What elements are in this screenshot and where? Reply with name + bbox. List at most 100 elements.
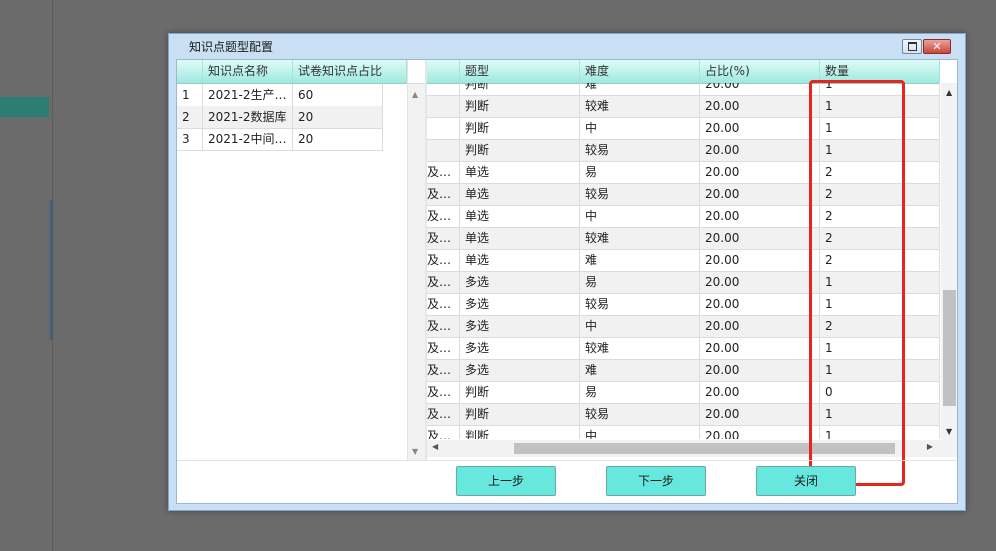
cell-difficulty: 较易 — [580, 294, 700, 315]
cell-quantity: 2 — [820, 250, 940, 271]
cell-quantity: 1 — [820, 118, 940, 139]
close-icon: ✕ — [932, 40, 942, 53]
restore-button[interactable] — [902, 39, 922, 54]
cell-question-type: 多选 — [460, 316, 580, 337]
cell-knowledge-name: 2021-2中间… — [203, 128, 293, 150]
cell-difficulty: 易 — [580, 382, 700, 403]
column-header-ratio[interactable]: 占比(%) — [700, 60, 820, 83]
cell-knowledge-ratio: 20 — [293, 128, 383, 150]
cell-difficulty: 较难 — [580, 338, 700, 359]
cell-quantity: 1 — [820, 404, 940, 425]
cell-question-type: 多选 — [460, 360, 580, 381]
scroll-down-icon[interactable]: ▼ — [412, 447, 418, 456]
cell-question-type: 判断 — [460, 382, 580, 403]
cell-knowledge: 及… — [427, 316, 460, 337]
column-header-knowledge[interactable] — [427, 60, 460, 83]
column-header-quantity[interactable]: 数量 — [820, 60, 940, 83]
cell-ratio: 20.00 — [700, 83, 820, 95]
table-row[interactable]: 及… 单选 较难 20.00 2 — [427, 228, 940, 250]
cell-ratio: 20.00 — [700, 338, 820, 359]
cell-difficulty: 难 — [580, 360, 700, 381]
cell-quantity: 2 — [820, 184, 940, 205]
cell-knowledge: 及… — [427, 382, 460, 403]
cell-quantity: 1 — [820, 294, 940, 315]
cell-knowledge: 及… — [427, 184, 460, 205]
column-header-index[interactable] — [177, 60, 203, 83]
scroll-up-icon[interactable]: ▲ — [946, 88, 952, 97]
cell-quantity: 2 — [820, 316, 940, 337]
table-row[interactable]: 判断 较易 20.00 1 — [427, 140, 940, 162]
question-type-grid: 题型 难度 占比(%) 数量 判断难 20.00 1 判断 较难 20.00 1 判断中 20.… — [427, 60, 957, 460]
cell-knowledge: 及… — [427, 426, 460, 439]
cell-ratio: 20.00 — [700, 184, 820, 205]
table-row[interactable]: 及… 多选 较难 20.00 1 — [427, 338, 940, 360]
hscroll-thumb[interactable] — [514, 443, 895, 454]
table-row[interactable]: 及… 多选难 20.00 1 — [427, 360, 940, 382]
table-row[interactable]: 及… 判断中 20.00 1 — [427, 426, 940, 439]
cell-knowledge: 及… — [427, 206, 460, 227]
cell-knowledge: 及… — [427, 360, 460, 381]
cell-question-type: 多选 — [460, 272, 580, 293]
column-header-difficulty[interactable]: 难度 — [580, 60, 700, 83]
cell-knowledge: 及… — [427, 228, 460, 249]
table-row[interactable]: 判断中 20.00 1 — [427, 118, 940, 140]
cell-question-type: 单选 — [460, 228, 580, 249]
question-grid-hscrollbar[interactable]: ◀ ▶ — [427, 440, 941, 457]
cell-quantity: 1 — [820, 96, 940, 117]
cell-ratio: 20.00 — [700, 228, 820, 249]
cell-quantity: 1 — [820, 338, 940, 359]
table-row[interactable]: 及… 判断易 20.00 0 — [427, 382, 940, 404]
cell-difficulty: 较易 — [580, 184, 700, 205]
cell-knowledge — [427, 96, 460, 117]
scrollbar-header-spacer — [941, 60, 957, 83]
close-window-button[interactable]: ✕ — [923, 39, 951, 54]
cell-ratio: 20.00 — [700, 96, 820, 117]
vscroll-thumb[interactable] — [943, 290, 956, 406]
table-row[interactable]: 及… 判断 较易 20.00 1 — [427, 404, 940, 426]
column-header-knowledge-name[interactable]: 知识点名称 — [203, 60, 293, 83]
scroll-right-icon[interactable]: ▶ — [927, 442, 933, 451]
cell-knowledge: 及… — [427, 338, 460, 359]
knowledge-grid-vscrollbar[interactable]: ▲ ▼ — [407, 60, 425, 460]
previous-step-button[interactable]: 上一步 — [456, 466, 556, 496]
scroll-up-icon[interactable]: ▲ — [412, 90, 418, 99]
cell-ratio: 20.00 — [700, 360, 820, 381]
table-row[interactable]: 及… 单选难 20.00 2 — [427, 250, 940, 272]
scroll-down-icon[interactable]: ▼ — [946, 427, 952, 436]
question-grid-vscrollbar[interactable]: ▲ ▼ — [941, 60, 957, 440]
table-row[interactable]: 及… 多选易 20.00 1 — [427, 272, 940, 294]
table-row[interactable]: 判断难 20.00 1 — [427, 83, 940, 96]
table-row[interactable]: 1 2021-2生产… 60 — [177, 84, 383, 107]
cell-question-type: 单选 — [460, 206, 580, 227]
table-row[interactable]: 及… 单选 较易 20.00 2 — [427, 184, 940, 206]
cell-index: 1 — [177, 84, 203, 106]
table-row[interactable]: 判断 较难 20.00 1 — [427, 96, 940, 118]
table-row[interactable]: 3 2021-2中间… 20 — [177, 128, 383, 151]
cell-knowledge-ratio: 60 — [293, 84, 383, 106]
column-header-question-type[interactable]: 题型 — [460, 60, 580, 83]
table-row[interactable]: 及… 单选中 20.00 2 — [427, 206, 940, 228]
cell-question-type: 判断 — [460, 404, 580, 425]
column-header-knowledge-ratio[interactable]: 试卷知识点占比 — [293, 60, 407, 83]
scroll-left-icon[interactable]: ◀ — [432, 442, 438, 451]
table-row[interactable]: 及… 多选中 20.00 2 — [427, 316, 940, 338]
next-step-button[interactable]: 下一步 — [606, 466, 706, 496]
cell-question-type: 判断 — [460, 83, 580, 95]
close-button[interactable]: 关闭 — [756, 466, 856, 496]
cell-difficulty: 易 — [580, 162, 700, 183]
cell-knowledge-ratio: 20 — [293, 106, 383, 128]
table-row[interactable]: 2 2021-2数据库 20 — [177, 106, 383, 129]
dialog-body: 知识点名称 试卷知识点占比 1 2021-2生产… 60 2 2021-2数据库… — [176, 59, 958, 504]
table-row[interactable]: 及… 单选易 20.00 2 — [427, 162, 940, 184]
table-row[interactable]: 及… 多选 较易 20.00 1 — [427, 294, 940, 316]
cell-difficulty: 较难 — [580, 228, 700, 249]
cell-question-type: 多选 — [460, 338, 580, 359]
cell-knowledge: 及… — [427, 272, 460, 293]
knowledge-question-type-dialog: 知识点题型配置 ✕ 知识点名称 试卷知识点占比 1 2021-2生产… 60 2… — [168, 33, 966, 511]
cell-difficulty: 难 — [580, 250, 700, 271]
cell-knowledge — [427, 83, 460, 95]
cell-knowledge: 及… — [427, 250, 460, 271]
knowledge-grid-header: 知识点名称 试卷知识点占比 — [177, 60, 407, 84]
cell-quantity: 0 — [820, 382, 940, 403]
cell-quantity: 2 — [820, 162, 940, 183]
